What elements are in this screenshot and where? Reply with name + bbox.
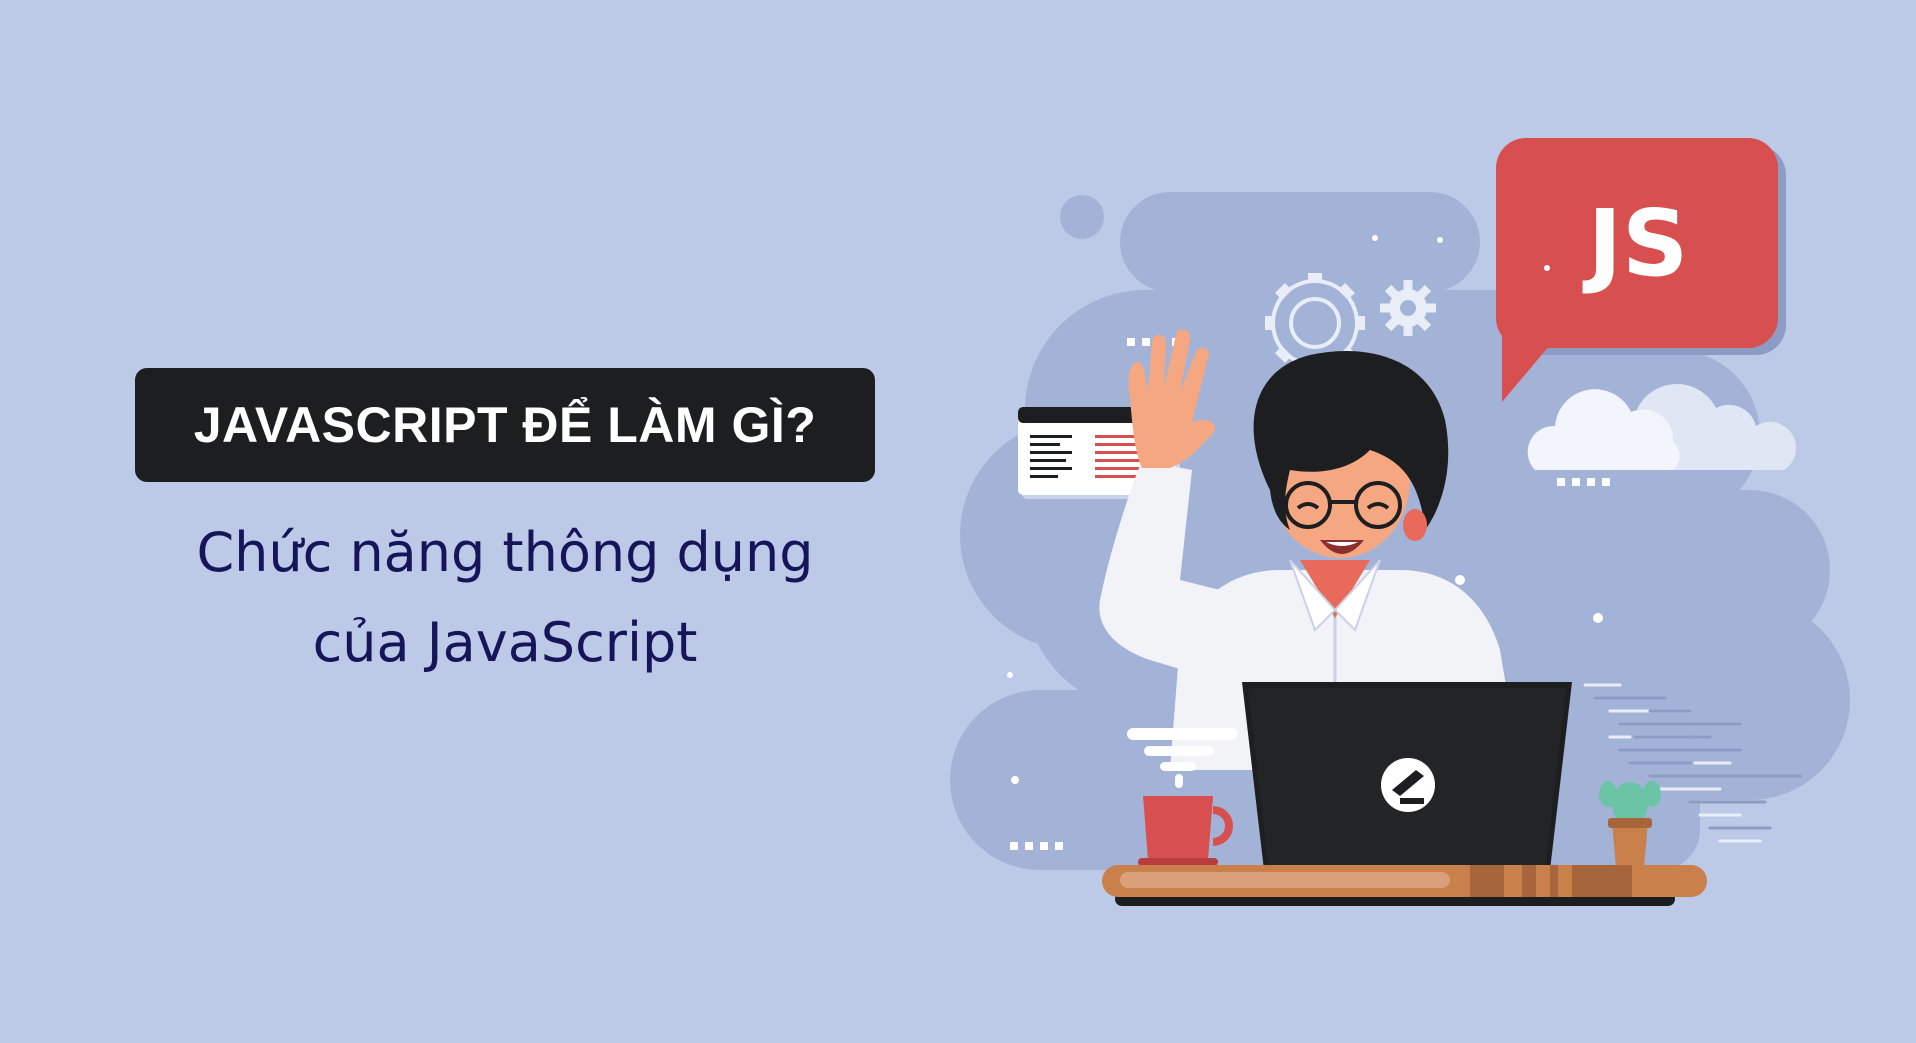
subtitle-line-2: của JavaScript xyxy=(312,611,698,674)
subtitle-line-1: Chức năng thông dụng xyxy=(196,521,814,584)
developer-illustration: JS xyxy=(950,138,1850,906)
heading-block: JAVASCRIPT ĐỂ LÀM GÌ? Chức năng thông dụ… xyxy=(135,368,875,688)
subtitle: Chức năng thông dụng của JavaScript xyxy=(135,508,875,688)
title-badge: JAVASCRIPT ĐỂ LÀM GÌ? xyxy=(135,368,875,482)
laptop-logo-icon xyxy=(1381,758,1435,812)
js-label: JS xyxy=(1582,190,1689,297)
laptop xyxy=(1242,682,1572,870)
small-gear-icon xyxy=(1380,280,1436,336)
desk xyxy=(1102,865,1707,906)
